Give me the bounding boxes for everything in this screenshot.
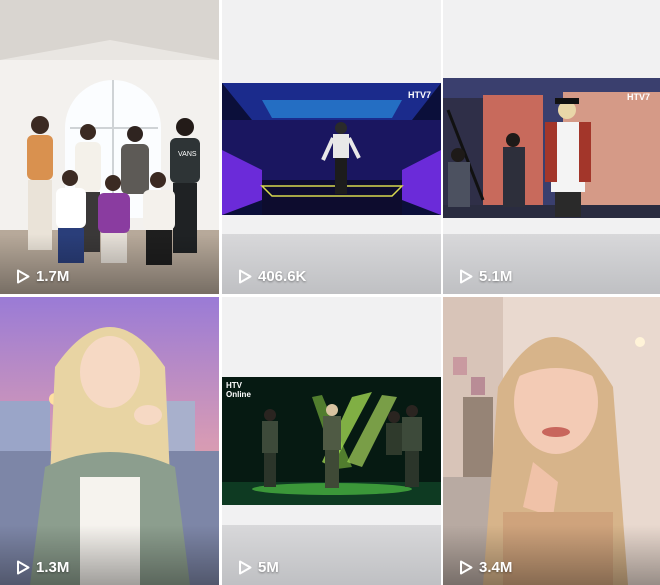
- letterbox-band: [222, 234, 441, 294]
- channel-logo: HTV Online: [226, 381, 251, 399]
- video-grid: VANS 1.7M HTV7 406.6K HTV7 5.1M 1.3M HTV…: [0, 0, 660, 585]
- letterbox-band: [222, 525, 441, 585]
- view-count: 406.6K: [238, 268, 306, 285]
- channel-logo: HTV7: [627, 92, 651, 102]
- view-count-label: 1.3M: [36, 559, 70, 576]
- shirt-print-text: VANS: [178, 151, 197, 158]
- bottom-shade: [443, 525, 660, 585]
- view-count: 1.7M: [16, 268, 69, 285]
- play-icon: [238, 560, 252, 575]
- play-icon: [16, 560, 30, 575]
- play-icon: [16, 269, 30, 284]
- bottom-shade: [0, 525, 219, 585]
- play-icon: [459, 560, 473, 575]
- letterbox-band: [443, 234, 660, 294]
- video-tile-4[interactable]: 1.3M: [0, 297, 219, 585]
- view-count-label: 3.4M: [479, 559, 513, 576]
- video-tile-3[interactable]: HTV7 5.1M: [443, 0, 660, 294]
- channel-logo: HTV7: [408, 90, 432, 100]
- view-count: 1.3M: [16, 559, 69, 576]
- bottom-shade: [0, 234, 219, 294]
- play-icon: [459, 269, 473, 284]
- view-count-label: 5M: [258, 559, 279, 576]
- video-tile-1[interactable]: VANS 1.7M: [0, 0, 219, 294]
- view-count-label: 406.6K: [258, 268, 307, 285]
- video-tile-5[interactable]: HTV Online 5M: [222, 297, 441, 585]
- view-count: 5M: [238, 559, 279, 576]
- view-count: 5.1M: [459, 268, 512, 285]
- video-tile-6[interactable]: 3.4M: [443, 297, 660, 585]
- play-icon: [238, 269, 252, 284]
- view-count-label: 1.7M: [36, 268, 70, 285]
- view-count: 3.4M: [459, 559, 512, 576]
- view-count-label: 5.1M: [479, 268, 513, 285]
- video-tile-2[interactable]: HTV7 406.6K: [222, 0, 441, 294]
